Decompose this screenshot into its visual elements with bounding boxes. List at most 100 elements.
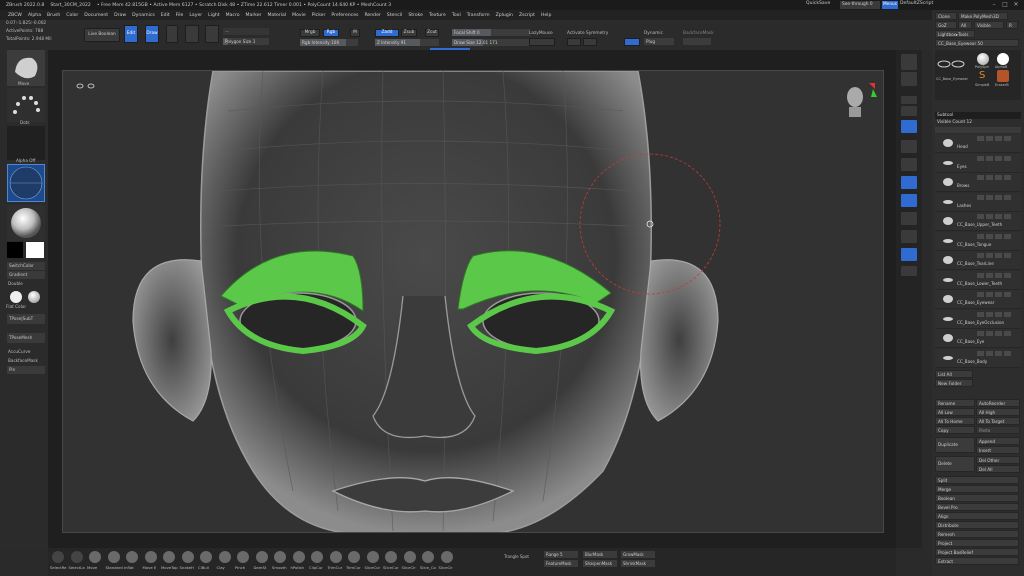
- subtool-row[interactable]: Lashes: [935, 192, 1021, 212]
- brush-15-icon[interactable]: [329, 551, 342, 563]
- remesh-button[interactable]: Remesh: [935, 530, 1019, 538]
- move-icon[interactable]: [901, 194, 917, 207]
- autoreorder-button[interactable]: AutoReorder: [976, 399, 1020, 407]
- dynamic-button[interactable]: Dynamic: [644, 31, 663, 36]
- brush-6-icon[interactable]: [163, 551, 175, 563]
- all-high-button[interactable]: All High: [976, 408, 1020, 416]
- secondary-color-swatch[interactable]: [7, 242, 23, 258]
- scroll-icon[interactable]: [901, 96, 917, 104]
- subtool-row[interactable]: Head: [935, 134, 1021, 153]
- make-polymesh-button[interactable]: Make PolyMesh3D: [958, 12, 1008, 20]
- menu-material[interactable]: Material: [267, 13, 286, 18]
- brush-21-icon[interactable]: [440, 551, 453, 563]
- mrgb-button[interactable]: Mrgb: [300, 29, 320, 37]
- menu-help[interactable]: Help: [541, 13, 551, 18]
- subtool-toggles[interactable]: [975, 233, 1017, 240]
- append-button[interactable]: Append: [976, 437, 1020, 445]
- floor-icon[interactable]: [901, 140, 917, 153]
- visible-button[interactable]: Visible: [974, 21, 1004, 29]
- menu-stencil[interactable]: Stencil: [387, 13, 403, 18]
- copy-button[interactable]: Copy: [935, 426, 975, 434]
- menu-picker[interactable]: Picker: [312, 13, 326, 18]
- zsub-button[interactable]: Zsub: [401, 29, 417, 37]
- subtool-toggles[interactable]: [975, 136, 1017, 142]
- ghost-slider[interactable]: —: [223, 28, 269, 35]
- goz-button[interactable]: GoZ: [935, 21, 957, 29]
- rotate-icon[interactable]: [901, 230, 917, 243]
- extract-button[interactable]: Extract: [935, 557, 1019, 565]
- menu-zscript[interactable]: Zscript: [519, 13, 535, 18]
- brush-5-icon[interactable]: [144, 551, 157, 563]
- activate-symmetry-button[interactable]: Activate Symmetry: [567, 31, 608, 36]
- brush-4-icon[interactable]: [126, 551, 138, 563]
- shrink-mask-button[interactable]: ShrinkMask: [621, 560, 655, 567]
- subtool-row[interactable]: CC_Base_TearLine: [935, 251, 1021, 270]
- polysphere-icon[interactable]: [977, 53, 989, 65]
- stroke-thumb[interactable]: [7, 88, 45, 122]
- subtool-toggles[interactable]: [975, 272, 1017, 279]
- menus-button[interactable]: Menus: [882, 1, 898, 9]
- focal-shift-slider[interactable]: Focal Shift 0: [452, 29, 530, 36]
- del-other-button[interactable]: Del Other: [976, 456, 1020, 464]
- brush-18-icon[interactable]: [385, 551, 397, 563]
- sharpen-mask-button[interactable]: SharpenMask: [583, 560, 617, 567]
- menu-movie[interactable]: Movie: [292, 13, 306, 18]
- subtool-toggles[interactable]: [975, 175, 1017, 181]
- z-intensity-slider[interactable]: Z Intensity 91: [375, 39, 439, 46]
- polygon-size-slider[interactable]: Polygon Size 1: [223, 38, 269, 45]
- subtool-toggles[interactable]: [975, 350, 1017, 357]
- menu-macro[interactable]: Macro: [226, 13, 240, 18]
- del-all-button[interactable]: Del All: [976, 465, 1020, 473]
- clone-button[interactable]: Clone: [935, 12, 957, 20]
- insert-button[interactable]: Insert: [976, 446, 1020, 454]
- visible-count-slider[interactable]: Visible Count 12: [935, 119, 1021, 126]
- zoom-icon[interactable]: [901, 106, 917, 116]
- see-through-slider[interactable]: See-through 0: [840, 1, 880, 9]
- menu-color[interactable]: Color: [66, 13, 78, 18]
- quicksave-button[interactable]: QuickSave: [806, 1, 830, 6]
- menu-brush[interactable]: Brush: [47, 13, 60, 18]
- draw-size-slider[interactable]: Draw Size 12.01 171: [452, 39, 530, 46]
- dynamic-slider[interactable]: Plug: [644, 38, 674, 45]
- default-zscript-button[interactable]: DefaultZScript: [900, 1, 933, 6]
- brush-16-icon[interactable]: [348, 551, 360, 563]
- maximize-button[interactable]: □: [1001, 1, 1009, 9]
- accucurve-label[interactable]: AccuCurve: [8, 349, 30, 354]
- all-to-target-button[interactable]: All To Target: [976, 417, 1020, 425]
- backface-label[interactable]: BackfaceMask: [8, 358, 38, 363]
- brush-14-icon[interactable]: [311, 551, 323, 563]
- blur-mask-button[interactable]: BlurMask: [583, 551, 617, 558]
- subtool-row[interactable]: CC_Base_EyeOcclusion: [935, 309, 1021, 329]
- subtool-row[interactable]: CC_Base_Body: [935, 348, 1021, 368]
- menu-file[interactable]: File: [176, 13, 184, 18]
- subtool-row[interactable]: CC_Base_Eye: [935, 329, 1021, 348]
- list-all-button[interactable]: List All: [935, 370, 973, 378]
- brush-17-icon[interactable]: [366, 551, 379, 563]
- menu-preferences[interactable]: Preferences: [331, 13, 358, 18]
- scale-mode-icon[interactable]: [185, 25, 199, 43]
- brush-7-icon[interactable]: [181, 551, 194, 563]
- tpose-mesh-button[interactable]: TPoseMesh: [7, 333, 45, 343]
- subtool-toggles[interactable]: [975, 214, 1017, 220]
- persp-icon[interactable]: [901, 120, 917, 133]
- menu-layer[interactable]: Layer: [189, 13, 202, 18]
- zcut-button[interactable]: Zcut: [425, 29, 439, 37]
- all-to-home-button[interactable]: All To Home: [935, 417, 975, 425]
- draw-button[interactable]: Draw: [145, 25, 159, 43]
- subtool-row[interactable]: CC_Base_Upper_Teeth: [935, 212, 1021, 231]
- fill-object-sphere-icon[interactable]: [28, 291, 40, 303]
- brush-0-icon[interactable]: [52, 551, 64, 563]
- live-boolean-button[interactable]: Live Boolean: [84, 28, 120, 42]
- align-button[interactable]: Align: [935, 512, 1019, 520]
- project-basrelief-button[interactable]: Project BasRelief: [935, 548, 1019, 556]
- menu-edit[interactable]: Edit: [161, 13, 170, 18]
- alpha-thumb[interactable]: [7, 126, 45, 160]
- menu-tool[interactable]: Tool: [452, 13, 461, 18]
- all-low-button[interactable]: All Low: [935, 408, 975, 416]
- subtool-toggles[interactable]: [975, 292, 1017, 298]
- brush-19-icon[interactable]: [403, 551, 416, 563]
- lazymouse-toggle[interactable]: [529, 38, 555, 46]
- m-button[interactable]: M: [350, 29, 360, 37]
- brush-8-icon[interactable]: [200, 551, 212, 563]
- subtool-toggles[interactable]: [975, 311, 1017, 318]
